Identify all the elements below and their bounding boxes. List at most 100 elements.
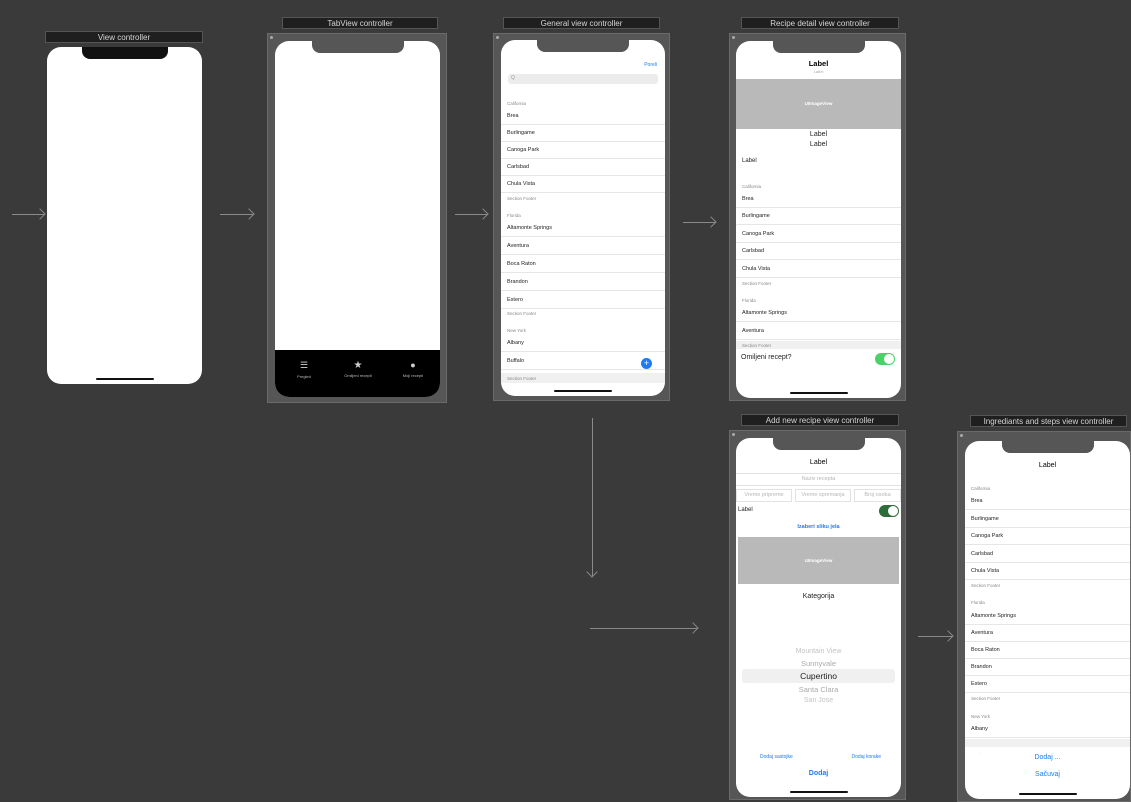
tab-item-pregled[interactable]: ☰ Pregled	[285, 360, 323, 379]
segue-arrow-2	[455, 214, 487, 215]
scene-dot	[732, 433, 735, 436]
table-row[interactable]: Canoga Park	[501, 142, 665, 159]
nav-right-button[interactable]: Poreli	[644, 62, 657, 68]
scene-title-ingredients: Ingrediants and steps view controller	[970, 415, 1127, 427]
table-row[interactable]: Chula Vista	[965, 563, 1130, 580]
table-row[interactable]: Chula Vista	[501, 176, 665, 193]
device-notch	[1001, 441, 1094, 453]
cook-time-field[interactable]: Vreme spremanja	[795, 489, 851, 502]
servings-field[interactable]: Broj osoba	[854, 489, 901, 502]
table-row[interactable]: Aventura	[965, 625, 1130, 642]
picker-item: San Jose	[803, 697, 834, 704]
table-row[interactable]: Boca Raton	[965, 642, 1130, 659]
scene-title-view: View controller	[45, 31, 203, 43]
ingredients-screen: Label California Brea Burlingame Canoga …	[965, 441, 1130, 799]
view-controller-screen[interactable]	[47, 47, 202, 384]
section-footer: Section Footer	[742, 281, 772, 286]
table-row[interactable]: Burlingame	[736, 208, 901, 225]
prep-time-field[interactable]: Vreme pripreme	[736, 489, 792, 502]
section-header: Florida	[742, 298, 756, 303]
home-indicator	[554, 390, 612, 392]
recipe-name-field[interactable]: Naziv recepta	[736, 473, 901, 486]
segue-arrow-3	[683, 222, 715, 223]
table-row[interactable]: Brandon	[501, 274, 665, 291]
table-row[interactable]: Carlsbad	[501, 159, 665, 176]
tab-scene: ☰ Pregled ★ Omiljeni recepti ● Moji rece…	[267, 33, 447, 403]
section-header: California	[971, 486, 991, 491]
device-notch	[81, 47, 168, 59]
tab-bar: ☰ Pregled ★ Omiljeni recepti ● Moji rece…	[275, 350, 440, 397]
add-ingredients-button[interactable]: Dodaj sastojke	[760, 754, 793, 760]
device-notch	[772, 41, 865, 53]
picker-item: Santa Clara	[798, 685, 839, 694]
entry-arrow	[12, 214, 44, 215]
table-row[interactable]: Estero	[501, 292, 665, 309]
segue-arrow-4	[590, 628, 697, 629]
home-indicator	[789, 791, 848, 793]
table-row[interactable]: Albany	[965, 721, 1130, 738]
scene-dot	[496, 36, 499, 39]
table-row[interactable]: Canoga Park	[965, 528, 1130, 545]
table-row[interactable]: Burlingame	[501, 125, 665, 142]
table-row[interactable]: Burlingame	[965, 511, 1130, 528]
user-icon: ●	[410, 360, 416, 370]
section-header: Florida	[971, 600, 985, 605]
search-bar[interactable]: Q	[508, 74, 658, 84]
category-label: Kategorija	[802, 593, 835, 600]
section-header: Florida	[507, 213, 521, 218]
search-icon: Q	[511, 75, 515, 81]
scene-dot	[270, 36, 273, 39]
table-row[interactable]: Brea	[965, 493, 1130, 510]
tab-label: Omiljeni recepti	[344, 373, 372, 378]
table-row[interactable]: Brea	[736, 191, 901, 208]
section-header: New York	[971, 714, 991, 719]
tab-item-omiljeni[interactable]: ★ Omiljeni recepti	[337, 360, 379, 378]
scene-title-general: General view controller	[503, 17, 660, 29]
device-notch	[772, 438, 865, 450]
table-row[interactable]: Carlsbad	[965, 546, 1130, 563]
addnew-toggle[interactable]	[879, 505, 899, 517]
tab-item-moji[interactable]: ● Moji recepti	[393, 360, 433, 378]
home-indicator	[95, 378, 154, 380]
add-button[interactable]: +	[641, 358, 652, 369]
favorite-label: Omiljeni recept?	[741, 354, 792, 361]
home-indicator	[1018, 793, 1077, 795]
ingredients-scene: Label California Brea Burlingame Canoga …	[957, 431, 1131, 802]
table-row[interactable]: Estero	[965, 676, 1130, 693]
add-recipe-button[interactable]: Dodaj	[736, 770, 901, 777]
section-footer: Section Footer	[971, 583, 1001, 588]
table-row[interactable]: Chula Vista	[736, 261, 901, 278]
detail-label-c: Label	[742, 158, 757, 164]
add-steps-button[interactable]: Dodaj korake	[852, 754, 881, 760]
addnew-title: Label	[809, 459, 828, 466]
scene-dot	[960, 434, 963, 437]
table-row[interactable]: Altamonte Springs	[965, 608, 1130, 625]
choose-image-button[interactable]: Izaberi sliku jela	[736, 524, 901, 530]
section-footer: Section Footer	[507, 376, 537, 381]
favorite-toggle[interactable]	[875, 353, 895, 365]
add-more-button[interactable]: Dodaj ...	[965, 754, 1130, 761]
table-row[interactable]: Altamonte Springs	[501, 220, 665, 237]
table-row[interactable]: Aventura	[501, 238, 665, 255]
recipe-image: UIImageView	[738, 537, 899, 584]
table-row[interactable]: Altamonte Springs	[736, 305, 901, 322]
picker-item: Cupertino	[800, 671, 837, 681]
addnew-screen: Label Naziv recepta Vreme pripreme Vreme…	[736, 438, 901, 797]
table-row[interactable]: Carlsbad	[736, 243, 901, 260]
home-indicator	[789, 392, 848, 394]
general-scene: Poreli Q California Brea Burlingame Cano…	[493, 33, 670, 401]
addnew-toggle-label: Label	[738, 507, 753, 513]
ingredients-title: Label	[1038, 462, 1057, 469]
table-row[interactable]: Aventura	[736, 323, 901, 340]
tab-label: Pregled	[297, 374, 311, 379]
table-row[interactable]: Brandon	[965, 659, 1130, 676]
table-row[interactable]: Canoga Park	[736, 226, 901, 243]
section-footer-band	[965, 739, 1130, 747]
table-row[interactable]: Albany	[501, 335, 665, 352]
storyboard-canvas: View controller TabView controller ☰ Pre…	[0, 0, 1131, 802]
table-row[interactable]: Brea	[501, 108, 665, 125]
table-row[interactable]: Boca Raton	[501, 256, 665, 273]
general-screen: Poreli Q California Brea Burlingame Cano…	[501, 40, 665, 396]
segue-arrow-5	[918, 636, 952, 637]
save-button[interactable]: Sačuvaj	[965, 771, 1130, 778]
